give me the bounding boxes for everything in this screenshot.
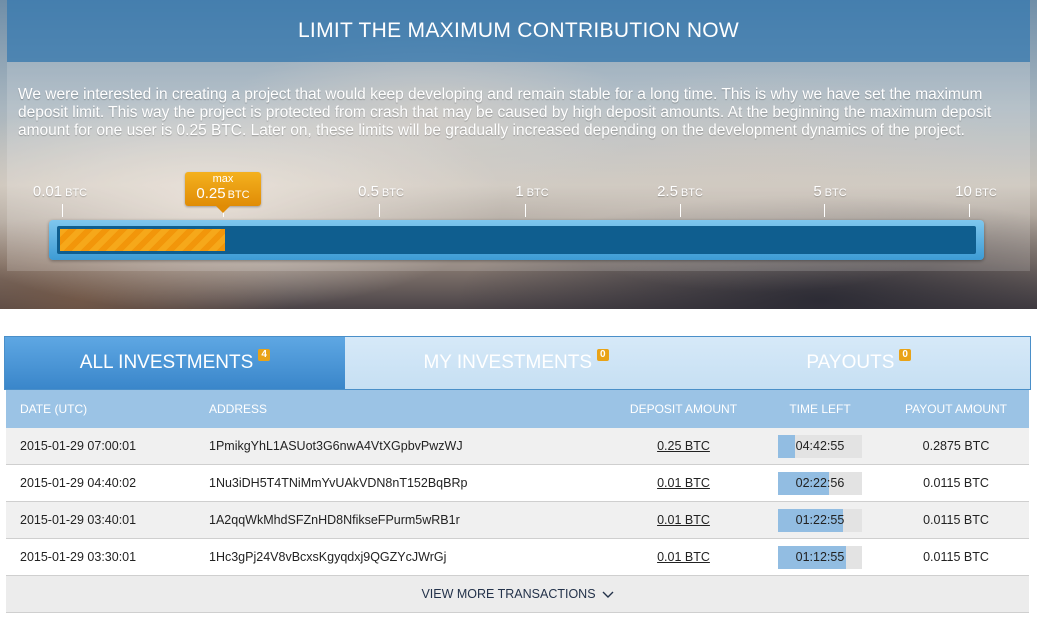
scale-label-2: 0.5 BTC	[358, 183, 404, 200]
table-row: 2015-01-29 07:00:01 1PmikgYhL1ASUot3G6nw…	[6, 428, 1029, 465]
scale-tick	[525, 204, 526, 217]
cell-time-left: 04:42:55	[757, 434, 883, 458]
cell-time-left: 01:12:55	[757, 545, 883, 569]
scale-tick	[379, 204, 380, 217]
time-left-text: 01:12:55	[795, 549, 845, 564]
header-deposit-amount: DEPOSIT AMOUNT	[629, 402, 738, 416]
cell-deposit: 0.01 BTC	[610, 513, 757, 527]
cell-address: 1Nu3iDH5T4TNiMmYvUAkVDN8nT152BqBRp	[209, 476, 468, 490]
cell-date: 2015-01-29 04:40:02	[20, 476, 137, 490]
deposit-link[interactable]: 0.01 BTC	[657, 513, 710, 527]
header-time-left: TIME LEFT	[789, 402, 851, 416]
tab-count-badge: 4	[258, 349, 270, 361]
investments-table: DATE (UTC) ADDRESS DEPOSIT AMOUNT TIME L…	[6, 390, 1029, 613]
cell-payout: 0.0115 BTC	[923, 513, 989, 527]
cell-payout: 0.0115 BTC	[923, 476, 989, 490]
hero-description: We were interested in creating a project…	[18, 86, 992, 139]
tab-count-badge: 0	[597, 349, 609, 361]
scale-label-6: 10 BTC	[955, 183, 997, 200]
tab-label: PAYOUTS	[806, 352, 895, 373]
table-row: 2015-01-29 03:40:01 1A2qqWkMhdSFZnHD8Nfi…	[6, 502, 1029, 539]
progress-fill	[60, 229, 226, 251]
hero-title: LIMIT THE MAXIMUM CONTRIBUTION NOW	[297, 19, 740, 42]
scale-tick	[824, 204, 825, 217]
table-row: 2015-01-29 04:40:02 1Nu3iDH5T4TNiMmYvUAk…	[6, 465, 1029, 502]
cell-deposit: 0.01 BTC	[610, 550, 757, 564]
scale-label-3: 1 BTC	[515, 183, 549, 200]
tab-all-investments[interactable]: ALL INVESTMENTS 4	[5, 337, 345, 389]
deposit-link[interactable]: 0.01 BTC	[657, 550, 710, 564]
time-left-bar: 02:22:56	[778, 471, 862, 495]
tab-my-investments[interactable]: MY INVESTMENTS 0	[345, 337, 688, 389]
hero-title-bar: LIMIT THE MAXIMUM CONTRIBUTION NOW	[7, 0, 1030, 62]
cell-date: 2015-01-29 03:30:01	[20, 550, 137, 564]
view-more-transactions-button[interactable]: VIEW MORE TRANSACTIONS	[6, 576, 1029, 613]
header-address: ADDRESS	[209, 402, 268, 416]
scale-label-5: 5 BTC	[813, 183, 847, 200]
cell-payout: 0.0115 BTC	[923, 550, 989, 564]
deposit-limit-panel: We were interested in creating a project…	[7, 62, 1030, 271]
view-more-label: VIEW MORE TRANSACTIONS	[421, 587, 596, 601]
cell-address: 1Hc3gPj24V8vBcxsKgyqdxj9QGZYcJWrGj	[209, 550, 447, 564]
investments-tabs: ALL INVESTMENTS 4 MY INVESTMENTS 0 PAYOU…	[4, 336, 1031, 390]
time-left-bar: 01:12:55	[778, 545, 862, 569]
cell-address: 1PmikgYhL1ASUot3G6nwA4VtXGpbvPwzWJ	[209, 439, 463, 453]
time-left-text: 01:22:55	[795, 512, 845, 527]
tab-label: ALL INVESTMENTS	[79, 352, 254, 373]
cell-date: 2015-01-29 07:00:01	[20, 439, 137, 453]
max-deposit-badge: max 0.25 BTC	[185, 172, 261, 213]
cell-time-left: 02:22:56	[757, 471, 883, 495]
cell-deposit: 0.01 BTC	[610, 476, 757, 490]
header-date: DATE (UTC)	[20, 402, 88, 416]
scale-tick	[680, 204, 681, 217]
tab-label: MY INVESTMENTS	[423, 352, 592, 373]
cell-time-left: 01:22:55	[757, 508, 883, 532]
deposit-link[interactable]: 0.25 BTC	[657, 439, 710, 453]
scale-label-0: 0.01 BTC	[32, 183, 88, 200]
cell-date: 2015-01-29 03:40:01	[20, 513, 137, 527]
time-left-text: 04:42:55	[795, 438, 845, 453]
chevron-down-icon	[602, 588, 614, 600]
deposit-link[interactable]: 0.01 BTC	[657, 476, 710, 490]
time-left-bar: 01:22:55	[778, 508, 862, 532]
time-left-text: 02:22:56	[795, 475, 845, 490]
cell-address: 1A2qqWkMhdSFZnHD8NfikseFPurm5wRB1r	[209, 513, 460, 527]
table-header: DATE (UTC) ADDRESS DEPOSIT AMOUNT TIME L…	[6, 390, 1029, 428]
header-payout-amount: PAYOUT AMOUNT	[904, 402, 1007, 416]
max-word: max	[212, 173, 234, 185]
cell-deposit: 0.25 BTC	[610, 439, 757, 453]
max-value: 0.25 BTC	[196, 185, 250, 202]
deposit-limit-progress-bar	[49, 220, 984, 260]
table-row: 2015-01-29 03:30:01 1Hc3gPj24V8vBcxsKgyq…	[6, 539, 1029, 576]
scale-tick	[969, 204, 970, 217]
hero-section: LIMIT THE MAXIMUM CONTRIBUTION NOW We we…	[0, 0, 1037, 309]
progress-track	[57, 226, 976, 254]
tab-payouts[interactable]: PAYOUTS 0	[687, 337, 1030, 389]
tab-count-badge: 0	[899, 349, 911, 361]
scale-tick	[62, 204, 63, 217]
cell-payout: 0.2875 BTC	[922, 439, 990, 453]
scale-label-4: 2.5 BTC	[657, 183, 703, 200]
time-left-bar: 04:42:55	[778, 434, 862, 458]
